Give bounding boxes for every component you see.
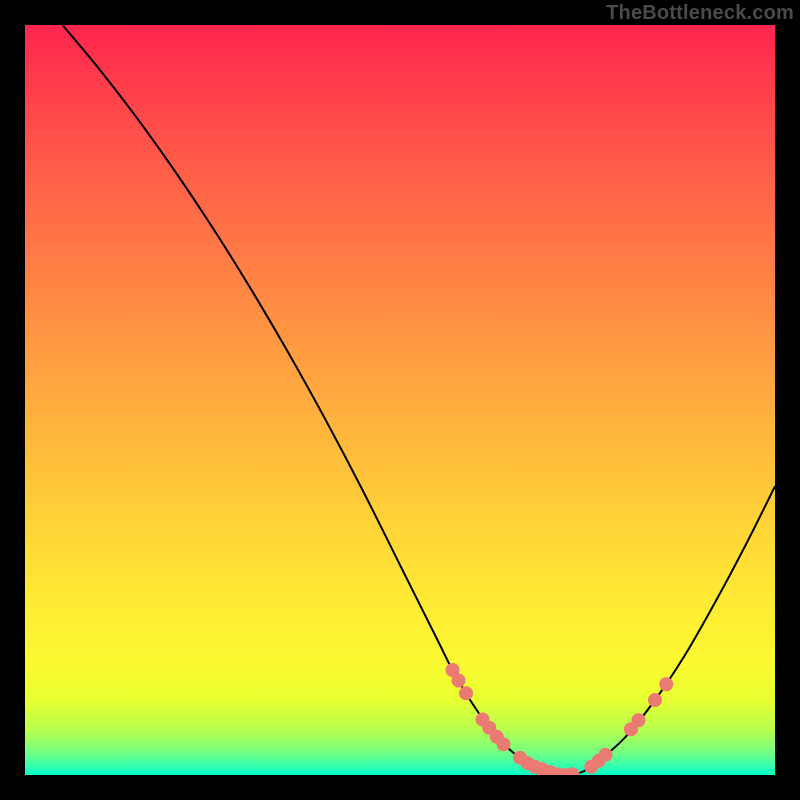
chart-svg <box>25 25 775 775</box>
data-dots <box>446 663 674 775</box>
data-dot <box>632 713 646 727</box>
plot-area <box>25 25 775 775</box>
data-dot <box>497 737 511 751</box>
data-dot <box>459 686 473 700</box>
data-dot <box>452 674 466 688</box>
watermark-text: TheBottleneck.com <box>606 2 794 25</box>
data-dot <box>648 693 662 707</box>
data-dot <box>566 767 580 775</box>
curve-path <box>63 25 776 775</box>
data-dot <box>659 677 673 691</box>
data-dot <box>599 748 613 762</box>
chart-frame: TheBottleneck.com <box>0 0 800 800</box>
